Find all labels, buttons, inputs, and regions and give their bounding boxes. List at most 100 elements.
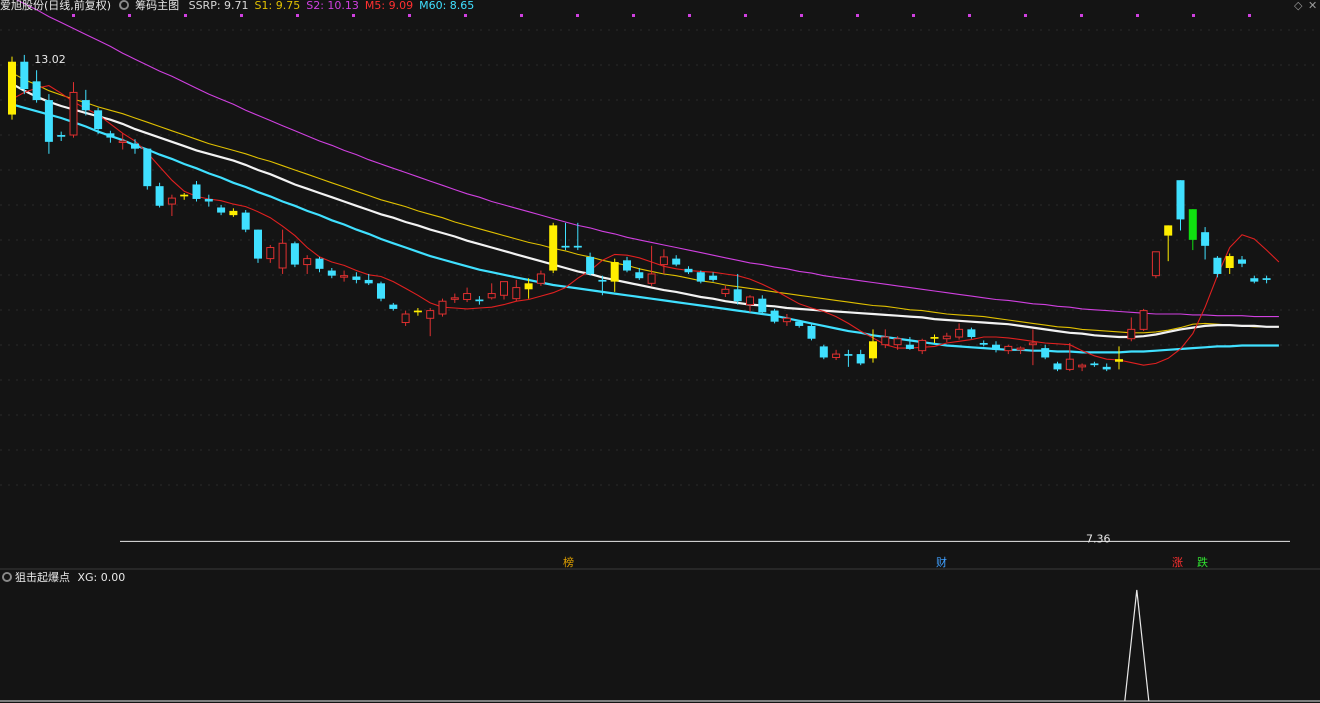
candle-body [143,148,152,187]
candle-body [782,317,791,323]
candle-body [1004,345,1013,352]
candle-body [20,61,29,90]
indicator-value-1: S1: 9.75 [254,0,301,12]
candle-body [278,242,287,269]
xg-subchart [0,589,1320,702]
settings-dot-icon[interactable]: ● [119,0,130,10]
candle-body [401,313,410,324]
candle-body [598,279,607,282]
candle-body [635,272,644,279]
candle-body [610,262,619,282]
top-marker [352,14,355,17]
indicator-value-4: M60: 8.65 [419,0,475,12]
settings-dot-icon[interactable]: ● [2,572,12,582]
stock-title[interactable]: 爱旭股份(日线,前复权) [0,0,111,12]
xg-value: XG: 0.00 [77,571,126,584]
candle-body [1139,310,1148,330]
top-marker [520,14,523,17]
candle-body [44,100,53,142]
candle-body [893,338,902,346]
candle-body [918,339,927,352]
marker-cai: 财 [936,555,947,569]
candle-body [844,354,853,356]
candle-body [500,281,508,296]
candle-body [856,354,865,364]
top-marker [1192,14,1195,17]
top-marker [968,14,971,17]
candle-body [290,243,299,265]
candle-body [1201,232,1210,246]
candle-body [204,198,213,202]
candle-body [684,268,693,273]
indicator-value-3: M5: 9.09 [364,0,414,12]
candle-body [1188,209,1197,240]
candle-body [1053,363,1062,370]
low-price-label: 7.36 [1086,532,1111,545]
candle-body [1238,259,1246,264]
candle-body [1102,366,1111,370]
candle-body [1225,256,1234,268]
candle-body [217,207,226,213]
candle-body [1065,358,1074,370]
candle-body [967,329,976,338]
price-chart[interactable]: 13.02 7.36 榜 财 涨 跌 [0,0,1320,703]
candle-body [450,297,459,300]
top-marker [128,14,131,17]
candle-body [721,288,730,295]
candle-body [955,328,964,338]
candle-body [266,247,275,260]
candle-body [1213,257,1222,274]
candle-body [549,225,558,271]
candle-body [106,133,115,138]
chart-overlay: 13.02 7.36 榜 财 涨 跌 [0,53,1320,570]
top-marker [240,14,243,17]
candle-body [8,61,16,115]
candle-body [992,344,1000,350]
candle-body [536,273,545,284]
candle-body [167,197,176,205]
candle-body [475,299,484,302]
indicator-name[interactable]: 筹码主图 [135,0,179,12]
candle-body [733,289,742,302]
top-marker [856,14,859,17]
candle-body [586,256,595,274]
top-marker [744,14,747,17]
top-marker [1248,14,1251,17]
candle-body [241,212,250,230]
candle-body [94,110,103,130]
indicator-value-0: SSRP: 9.71 [188,0,249,12]
indicator-values: SSRP: 9.71 S1: 9.75 S2: 10.13 M5: 9.09 M60: … [189,0,481,12]
candle-body [561,245,570,248]
candle-body [340,275,349,278]
high-price-label: 13.02 [34,53,66,66]
candle-body [819,346,828,358]
indicator-value-2: S2: 10.13 [306,0,359,12]
candle-body [869,341,877,359]
ma-line-m5 [11,85,1280,366]
top-marker [576,14,579,17]
candle-body [352,276,361,280]
candle-body [303,258,312,266]
top-marker [912,14,915,17]
top-marker [632,14,635,17]
candle-body [57,135,66,137]
candle-body [1151,251,1160,277]
top-marker [296,14,299,17]
top-marker [1024,14,1027,17]
diamond-icon[interactable]: ◇ [1294,0,1302,12]
candle-body [229,210,238,216]
top-marker [72,14,75,17]
candle-body [81,100,90,111]
subchart-name[interactable]: 狙击起爆点 [15,571,70,584]
candle-body [1028,342,1037,346]
candle-body [696,272,705,282]
candle-body [709,275,718,280]
candle-body [623,260,631,271]
close-icon[interactable]: ✕ [1308,0,1317,12]
candle-body [832,353,841,358]
subchart-header: ● 狙击起爆点 XG: 0.00 [0,570,125,586]
candle-body [192,184,201,199]
candle-body [131,143,139,149]
candle-body [413,310,422,313]
candle-body [930,337,939,339]
